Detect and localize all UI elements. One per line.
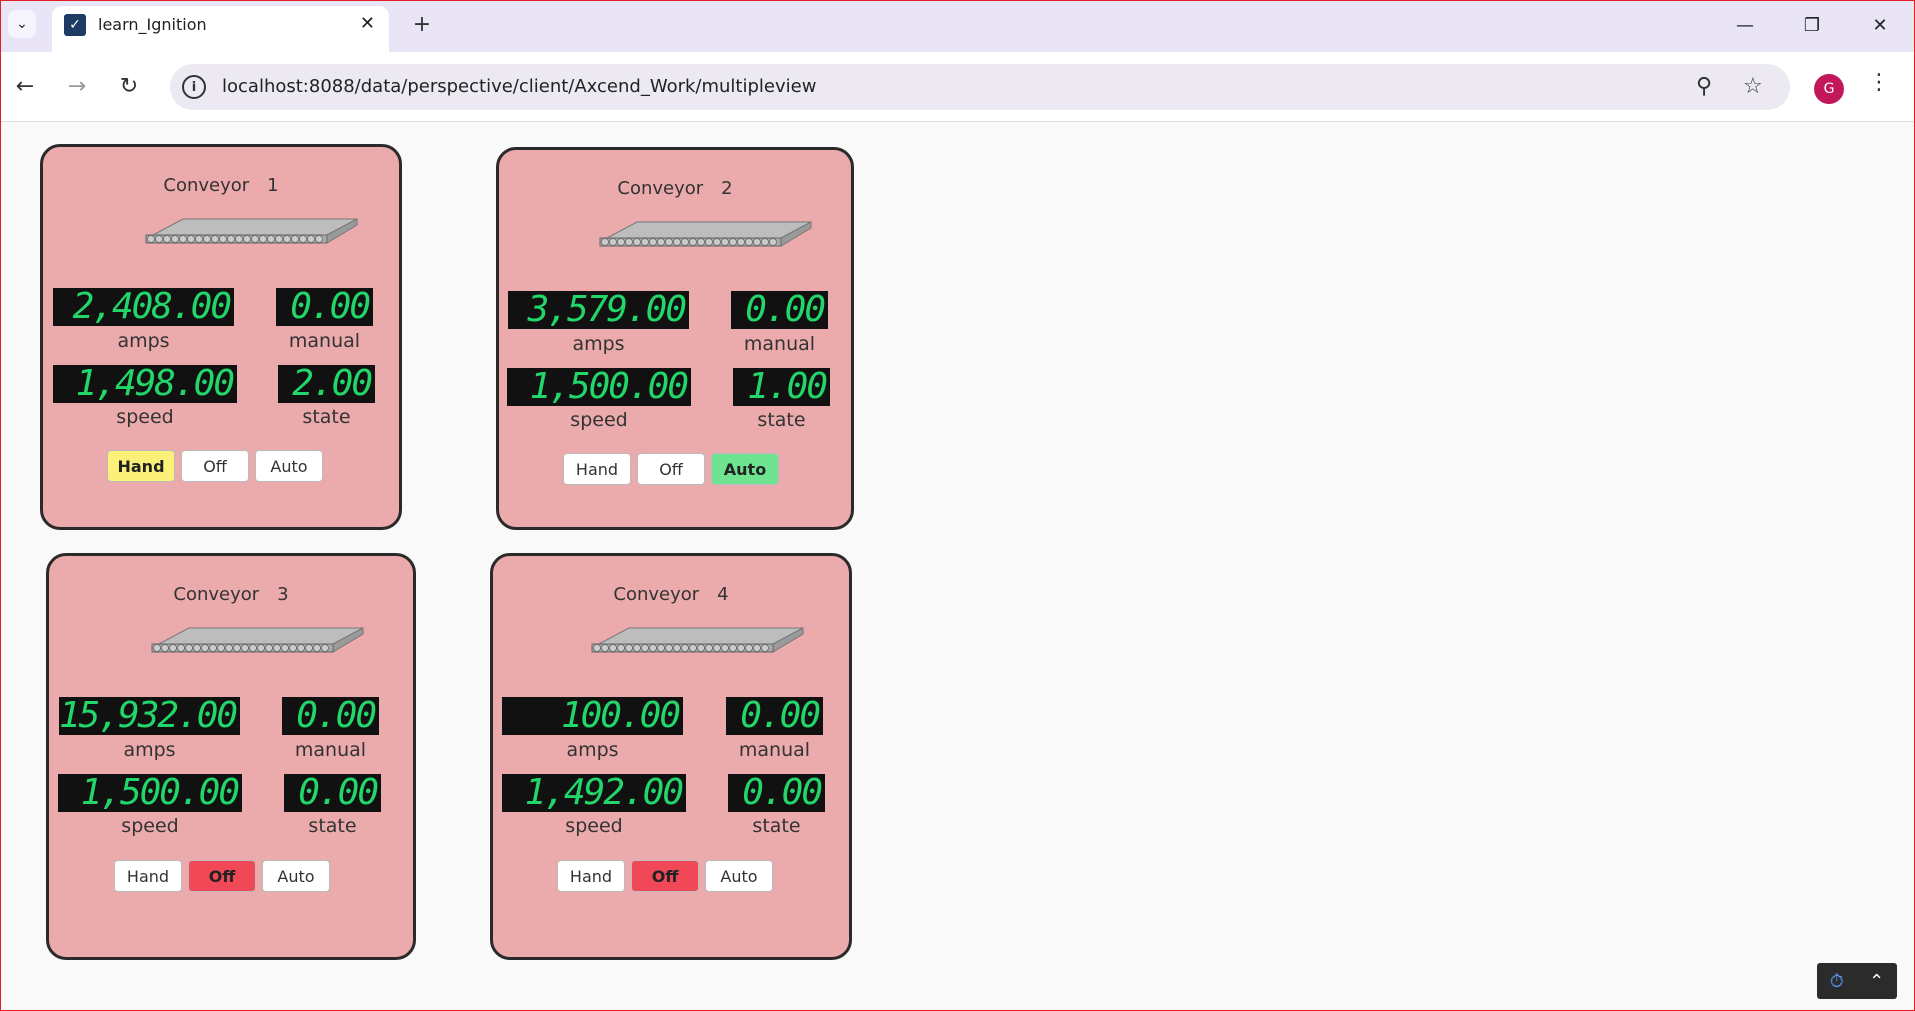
amps-label: amps xyxy=(123,739,176,761)
manual-label: manual xyxy=(743,333,816,355)
minimize-icon: — xyxy=(1736,14,1754,36)
minimize-button[interactable]: — xyxy=(1725,10,1765,40)
hand-button[interactable]: Hand xyxy=(114,860,182,892)
speed-display: 1,498.00 xyxy=(53,365,237,403)
card-title-label: Conveyor xyxy=(163,175,250,196)
state-display: 0.00 xyxy=(284,774,381,812)
amps-display: 100.00 xyxy=(502,697,683,735)
conveyor-card-4: Conveyor 4 100.00 amps 0.00 manual 1,492.… xyxy=(490,553,852,960)
state-display: 0.00 xyxy=(728,774,825,812)
manual-label: manual xyxy=(288,330,361,352)
off-button[interactable]: Off xyxy=(637,453,705,485)
card-title: Conveyor 3 xyxy=(49,584,413,605)
auto-button[interactable]: Auto xyxy=(705,860,773,892)
chevron-down-icon: ⌄ xyxy=(16,16,28,32)
manual-label: manual xyxy=(738,739,811,761)
off-button[interactable]: Off xyxy=(631,860,699,892)
restore-button[interactable]: ❐ xyxy=(1792,10,1832,40)
conveyor-image xyxy=(145,218,358,244)
new-tab-button[interactable]: + xyxy=(408,10,436,38)
url-text[interactable]: localhost:8088/data/perspective/client/A… xyxy=(222,76,816,97)
state-display: 1.00 xyxy=(733,368,830,406)
state-label: state xyxy=(302,406,351,428)
speed-display: 1,492.00 xyxy=(502,774,686,812)
zoom-icon[interactable]: ⚲ xyxy=(1696,74,1712,99)
manual-label: manual xyxy=(294,739,367,761)
speed-label: speed xyxy=(570,409,628,431)
auto-button[interactable]: Auto xyxy=(262,860,330,892)
tab-strip: ⌄ ✓ learn_Ignition ✕ + — ❐ ✕ xyxy=(0,0,1915,52)
card-number: 2 xyxy=(721,178,733,199)
favicon-icon: ✓ xyxy=(64,14,86,36)
hand-button[interactable]: Hand xyxy=(557,860,625,892)
conveyor-image xyxy=(599,221,812,247)
tab-title: learn_Ignition xyxy=(98,15,207,34)
state-display: 2.00 xyxy=(278,365,375,403)
state-label: state xyxy=(757,409,806,431)
conveyor-image xyxy=(151,627,364,653)
card-number: 3 xyxy=(277,584,289,605)
conveyor-card-1: Conveyor 1 2,408.00 amps 0.00 manual 1,49… xyxy=(40,144,402,530)
auto-button[interactable]: Auto xyxy=(711,453,779,485)
manual-display: 0.00 xyxy=(731,291,828,329)
manual-display: 0.00 xyxy=(726,697,823,735)
more-menu-icon[interactable]: ⋮ xyxy=(1868,70,1890,95)
restore-icon: ❐ xyxy=(1803,14,1821,36)
card-title: Conveyor 1 xyxy=(43,175,399,196)
amps-display: 15,932.00 xyxy=(59,697,240,735)
amps-label: amps xyxy=(572,333,625,355)
manual-display: 0.00 xyxy=(276,288,373,326)
speed-label: speed xyxy=(116,406,174,428)
conveyor-card-2: Conveyor 2 3,579.00 amps 0.00 manual 1,50… xyxy=(496,147,854,530)
browser-toolbar: ← → ↻ i localhost:8088/data/perspective/… xyxy=(0,52,1915,122)
hand-button[interactable]: Hand xyxy=(107,450,175,482)
arrow-left-icon: ← xyxy=(15,73,35,99)
card-number: 1 xyxy=(267,175,279,196)
amps-display: 3,579.00 xyxy=(508,291,689,329)
card-title: Conveyor 4 xyxy=(493,584,849,605)
perspective-dock-widget[interactable]: ⏱ ⌃ xyxy=(1817,963,1897,999)
reload-icon: ↻ xyxy=(119,73,139,99)
card-title: Conveyor 2 xyxy=(499,178,851,199)
state-label: state xyxy=(752,815,801,837)
amps-label: amps xyxy=(566,739,619,761)
bookmark-star-icon[interactable]: ☆ xyxy=(1743,74,1763,99)
forward-button[interactable]: → xyxy=(60,69,94,103)
conveyor-card-3: Conveyor 3 15,932.00 amps 0.00 manual 1,5… xyxy=(46,553,416,960)
close-window-button[interactable]: ✕ xyxy=(1860,10,1900,40)
avatar[interactable]: G xyxy=(1814,74,1844,104)
conveyor-image xyxy=(591,627,804,653)
card-title-label: Conveyor xyxy=(613,584,700,605)
card-title-label: Conveyor xyxy=(173,584,260,605)
plus-icon: + xyxy=(412,11,432,37)
state-label: state xyxy=(308,815,357,837)
tab-search-button[interactable]: ⌄ xyxy=(8,10,36,38)
close-icon: ✕ xyxy=(1872,14,1888,36)
browser-tab[interactable]: ✓ learn_Ignition ✕ xyxy=(52,6,389,52)
off-button[interactable]: Off xyxy=(181,450,249,482)
speed-label: speed xyxy=(121,815,179,837)
hand-button[interactable]: Hand xyxy=(563,453,631,485)
amps-label: amps xyxy=(117,330,170,352)
amps-display: 2,408.00 xyxy=(53,288,234,326)
site-info-icon[interactable]: i xyxy=(182,75,206,99)
back-button[interactable]: ← xyxy=(8,69,42,103)
speed-display: 1,500.00 xyxy=(58,774,242,812)
off-button[interactable]: Off xyxy=(188,860,256,892)
speed-display: 1,500.00 xyxy=(507,368,691,406)
chevron-up-icon[interactable]: ⌃ xyxy=(1869,971,1884,992)
auto-button[interactable]: Auto xyxy=(255,450,323,482)
arrow-right-icon: → xyxy=(67,73,87,99)
card-number: 4 xyxy=(717,584,729,605)
close-icon[interactable]: ✕ xyxy=(360,13,375,34)
speed-label: speed xyxy=(565,815,623,837)
manual-display: 0.00 xyxy=(282,697,379,735)
stopwatch-icon[interactable]: ⏱ xyxy=(1830,971,1844,992)
card-title-label: Conveyor xyxy=(617,178,704,199)
address-bar[interactable]: i localhost:8088/data/perspective/client… xyxy=(170,64,1790,110)
reload-button[interactable]: ↻ xyxy=(112,69,146,103)
